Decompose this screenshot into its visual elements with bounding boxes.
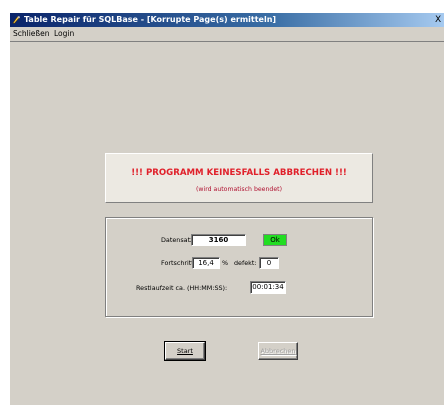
status-panel: Datensatz: 3160 Ok Fortschritt: 16,4 % d… (105, 217, 373, 317)
app-icon (12, 16, 20, 24)
start-button[interactable]: Start (164, 341, 206, 361)
remaining-field: 00:01:34 (250, 281, 286, 294)
window-title: Table Repair für SQLBase - [Korrupte Pag… (24, 15, 277, 24)
abort-button-label: Abbrechen (260, 347, 296, 355)
menu-item-login[interactable]: Login (54, 27, 74, 40)
client-area: !!! PROGRAMM KEINESFALLS ABBRECHEN !!! (… (10, 41, 444, 405)
progress-field: 16,4 (192, 257, 220, 269)
start-button-label: Start (177, 347, 193, 355)
defect-field: 0 (259, 257, 279, 269)
warning-subtitle: (wird automatisch beendet) (196, 186, 282, 193)
menu-bar: Schließen Login (10, 27, 444, 40)
title-bar[interactable]: Table Repair für SQLBase - [Korrupte Pag… (10, 13, 444, 27)
close-icon[interactable]: X (435, 13, 441, 27)
remaining-label: Restlaufzeit ca. (HH:MM:SS): (136, 284, 228, 292)
menu-item-schliessen[interactable]: Schließen (13, 27, 50, 40)
app-window: Table Repair für SQLBase - [Korrupte Pag… (10, 13, 444, 405)
progress-label: Fortschritt: (161, 259, 196, 267)
record-field: 3160 (191, 234, 246, 246)
menu-item-label: Schließen (13, 29, 50, 38)
warning-panel: !!! PROGRAMM KEINESFALLS ABBRECHEN !!! (… (105, 153, 373, 203)
progress-unit: % (222, 259, 229, 267)
warning-title: !!! PROGRAMM KEINESFALLS ABBRECHEN !!! (131, 168, 347, 178)
defect-label: defekt: (234, 259, 257, 267)
ok-indicator: Ok (263, 234, 287, 246)
abort-button[interactable]: Abbrechen (258, 342, 298, 360)
menu-item-label: Login (54, 29, 75, 38)
